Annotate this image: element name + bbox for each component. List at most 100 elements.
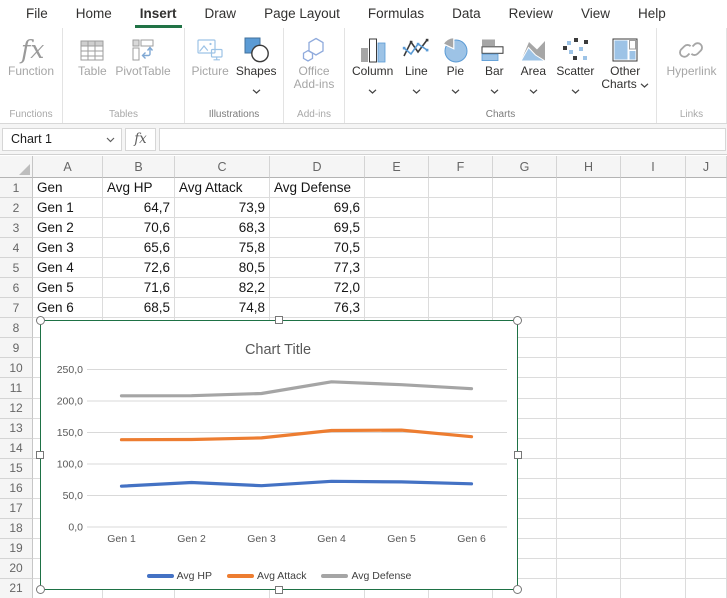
cell-G5[interactable] — [493, 258, 557, 278]
cell-H14[interactable] — [557, 439, 621, 459]
tab-review[interactable]: Review — [495, 0, 567, 28]
row-header-8[interactable]: 8 — [0, 318, 33, 338]
pie-button[interactable]: Pie — [436, 35, 474, 86]
cell-I14[interactable] — [621, 439, 686, 459]
line-button[interactable]: Line — [397, 35, 435, 86]
col-header-E[interactable]: E — [365, 156, 429, 178]
row-header-14[interactable]: 14 — [0, 439, 33, 459]
cell-I13[interactable] — [621, 419, 686, 439]
cell-D2[interactable]: 69,6 — [270, 198, 365, 218]
cell-H19[interactable] — [557, 539, 621, 559]
cell-H12[interactable] — [557, 399, 621, 419]
chevron-down-icon[interactable] — [106, 132, 115, 146]
cell-E7[interactable] — [365, 298, 429, 318]
cell-I4[interactable] — [621, 238, 686, 258]
cell-H15[interactable] — [557, 459, 621, 479]
cell-H3[interactable] — [557, 218, 621, 238]
cell-C5[interactable]: 80,5 — [175, 258, 270, 278]
cell-A1[interactable]: Gen — [33, 178, 103, 198]
tab-insert[interactable]: Insert — [126, 0, 191, 28]
cell-F1[interactable] — [429, 178, 493, 198]
bar-button[interactable]: Bar — [475, 35, 513, 86]
row-header-6[interactable]: 6 — [0, 278, 33, 298]
cell-A3[interactable]: Gen 2 — [33, 218, 103, 238]
row-header-16[interactable]: 16 — [0, 479, 33, 499]
cell-A2[interactable]: Gen 1 — [33, 198, 103, 218]
row-header-21[interactable]: 21 — [0, 579, 33, 598]
cell-J18[interactable] — [686, 519, 727, 539]
cell-J5[interactable] — [686, 258, 727, 278]
row-header-19[interactable]: 19 — [0, 539, 33, 559]
col-header-B[interactable]: B — [103, 156, 175, 178]
cell-E4[interactable] — [365, 238, 429, 258]
col-header-F[interactable]: F — [429, 156, 493, 178]
cell-B6[interactable]: 71,6 — [103, 278, 175, 298]
row-header-18[interactable]: 18 — [0, 519, 33, 539]
cell-F6[interactable] — [429, 278, 493, 298]
row-header-11[interactable]: 11 — [0, 378, 33, 398]
cell-I2[interactable] — [621, 198, 686, 218]
cell-I11[interactable] — [621, 378, 686, 398]
cell-H18[interactable] — [557, 519, 621, 539]
chart-resize-handle-n[interactable] — [275, 316, 283, 324]
cell-G6[interactable] — [493, 278, 557, 298]
cell-J15[interactable] — [686, 459, 727, 479]
cell-C3[interactable]: 68,3 — [175, 218, 270, 238]
tab-help[interactable]: Help — [624, 0, 680, 28]
cell-J16[interactable] — [686, 479, 727, 499]
shapes-button[interactable]: Shapes — [233, 35, 280, 86]
row-header-15[interactable]: 15 — [0, 459, 33, 479]
cell-J17[interactable] — [686, 499, 727, 519]
cell-I10[interactable] — [621, 358, 686, 378]
chart-resize-handle-s[interactable] — [275, 586, 283, 594]
series-line-avg-defense[interactable] — [122, 382, 472, 396]
cell-F3[interactable] — [429, 218, 493, 238]
cell-I17[interactable] — [621, 499, 686, 519]
cell-G7[interactable] — [493, 298, 557, 318]
cell-H10[interactable] — [557, 358, 621, 378]
cell-A7[interactable]: Gen 6 — [33, 298, 103, 318]
cell-B1[interactable]: Avg HP — [103, 178, 175, 198]
row-header-20[interactable]: 20 — [0, 559, 33, 579]
cell-J3[interactable] — [686, 218, 727, 238]
row-header-1[interactable]: 1 — [0, 178, 33, 198]
cell-G3[interactable] — [493, 218, 557, 238]
cell-H9[interactable] — [557, 338, 621, 358]
area-button[interactable]: Area — [514, 35, 552, 86]
cell-J2[interactable] — [686, 198, 727, 218]
tab-page-layout[interactable]: Page Layout — [250, 0, 354, 28]
cell-B4[interactable]: 65,6 — [103, 238, 175, 258]
cell-I19[interactable] — [621, 539, 686, 559]
cell-H4[interactable] — [557, 238, 621, 258]
select-all-corner[interactable] — [0, 156, 33, 178]
cell-I7[interactable] — [621, 298, 686, 318]
cell-J8[interactable] — [686, 318, 727, 338]
cell-E6[interactable] — [365, 278, 429, 298]
cell-B7[interactable]: 68,5 — [103, 298, 175, 318]
cell-J7[interactable] — [686, 298, 727, 318]
legend-item-avg-hp[interactable]: Avg HP — [147, 570, 212, 582]
cell-H13[interactable] — [557, 419, 621, 439]
cell-B2[interactable]: 64,7 — [103, 198, 175, 218]
scatter-button[interactable]: Scatter — [553, 35, 597, 86]
cell-I21[interactable] — [621, 579, 686, 598]
cell-H7[interactable] — [557, 298, 621, 318]
cell-H20[interactable] — [557, 559, 621, 579]
chart-resize-handle-ne[interactable] — [513, 316, 522, 325]
cell-H17[interactable] — [557, 499, 621, 519]
cell-D3[interactable]: 69,5 — [270, 218, 365, 238]
cell-J19[interactable] — [686, 539, 727, 559]
cell-I1[interactable] — [621, 178, 686, 198]
cell-C4[interactable]: 75,8 — [175, 238, 270, 258]
cell-J14[interactable] — [686, 439, 727, 459]
row-header-10[interactable]: 10 — [0, 358, 33, 378]
series-line-avg-hp[interactable] — [122, 481, 472, 486]
cell-A4[interactable]: Gen 3 — [33, 238, 103, 258]
cell-D7[interactable]: 76,3 — [270, 298, 365, 318]
cell-H1[interactable] — [557, 178, 621, 198]
legend-item-avg-defense[interactable]: Avg Defense — [321, 570, 411, 582]
cell-J21[interactable] — [686, 579, 727, 598]
cell-C7[interactable]: 74,8 — [175, 298, 270, 318]
row-header-3[interactable]: 3 — [0, 218, 33, 238]
cell-I15[interactable] — [621, 459, 686, 479]
